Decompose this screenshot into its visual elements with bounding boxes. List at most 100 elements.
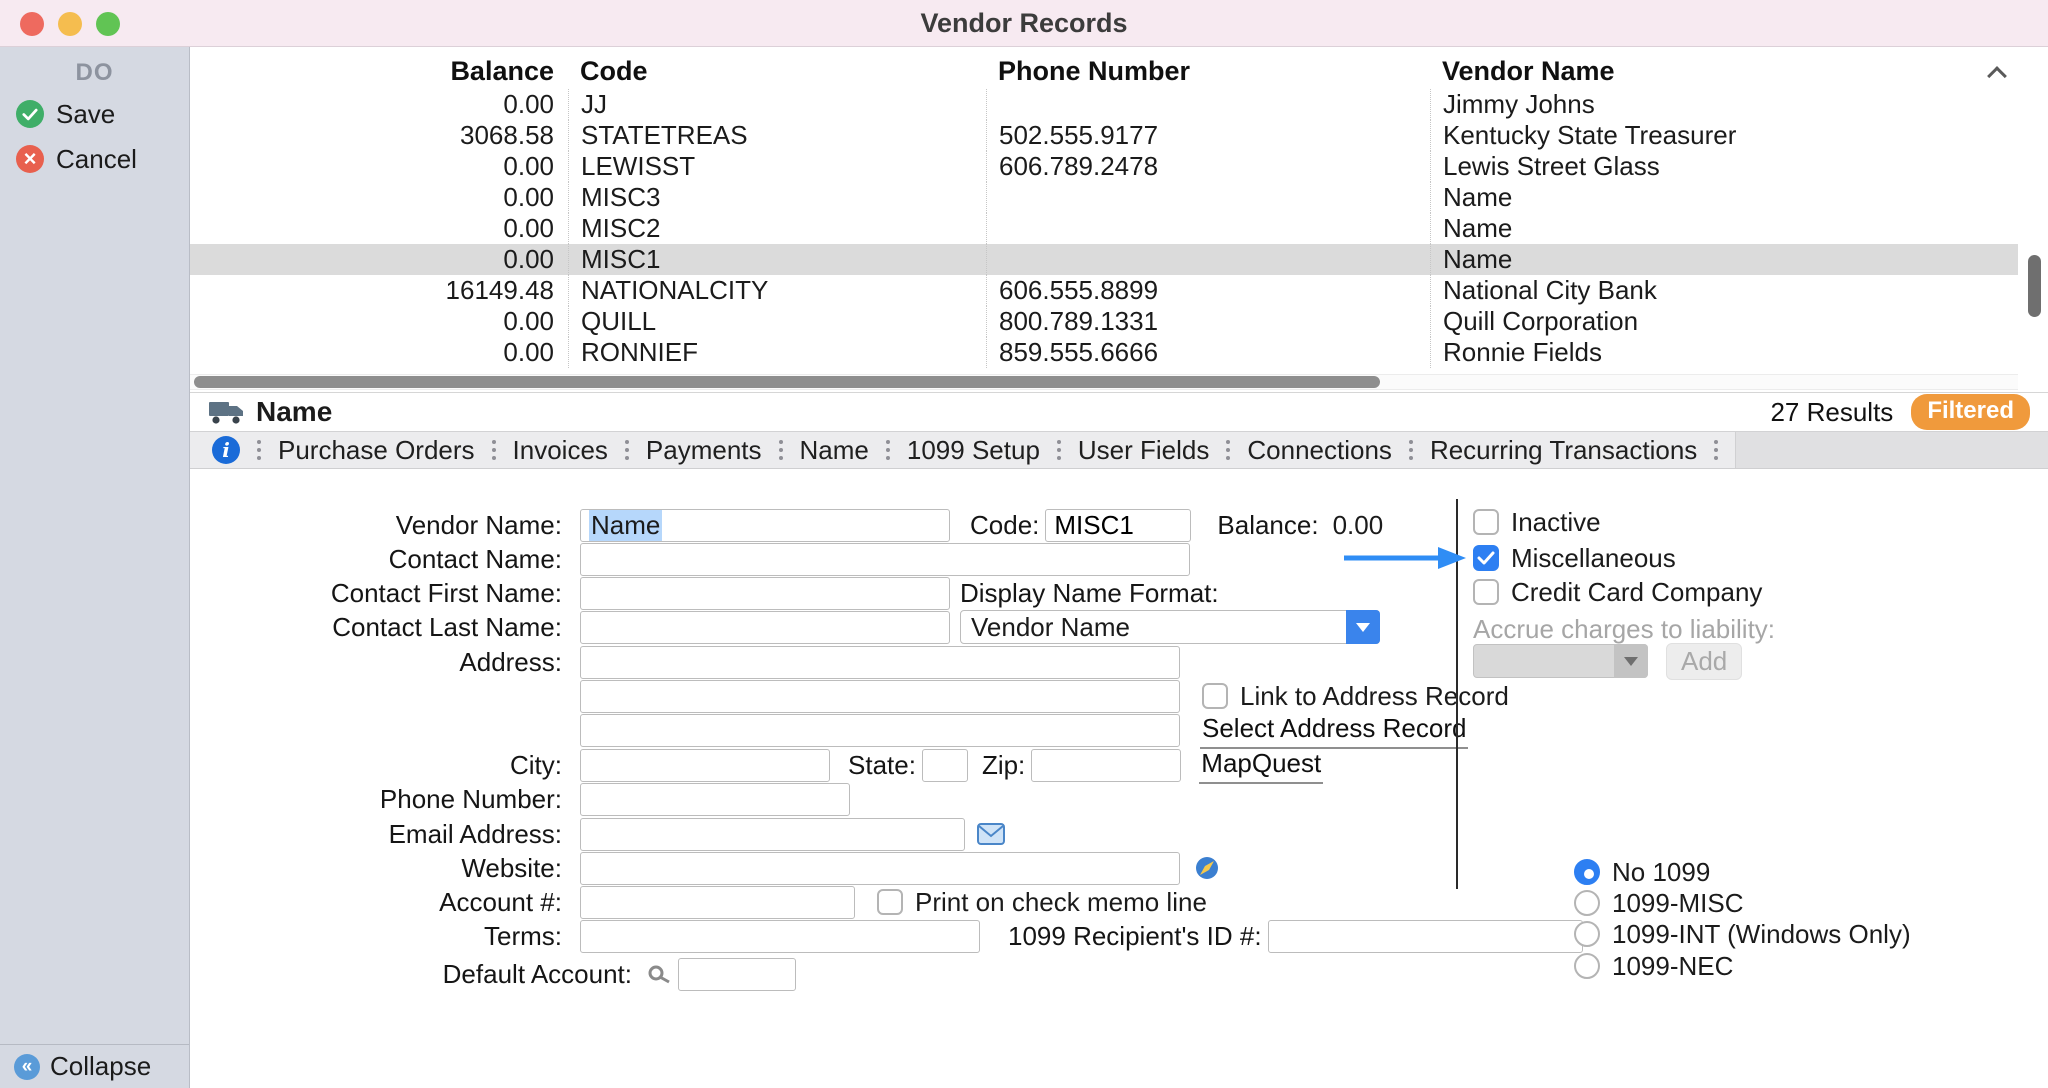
- recipient-id-input[interactable]: [1268, 920, 1583, 953]
- zip-input[interactable]: [1031, 749, 1181, 782]
- terms-label: Terms:: [190, 921, 574, 952]
- column-header-phone[interactable]: Phone Number: [986, 53, 1190, 89]
- minimize-window-button[interactable]: [58, 12, 82, 36]
- address-line3-input[interactable]: [580, 714, 1180, 747]
- tab-separator-icon: [1714, 440, 1718, 460]
- sort-ascending-icon[interactable]: [1990, 65, 2010, 83]
- account-number-input[interactable]: [580, 886, 855, 919]
- checkbox-checked-icon: [1473, 545, 1499, 571]
- print-check-memo-label: Print on check memo line: [915, 887, 1207, 918]
- city-input[interactable]: [580, 749, 830, 782]
- code-input[interactable]: [1045, 509, 1191, 542]
- mapquest-button[interactable]: MapQuest: [1199, 746, 1323, 784]
- cell-balance: 0.00: [190, 244, 568, 275]
- accrue-liability-dropdown[interactable]: [1473, 644, 1648, 678]
- tab-separator-icon: [779, 440, 783, 460]
- tab-1099-setup[interactable]: 1099 Setup: [907, 435, 1040, 466]
- chevron-down-icon[interactable]: [1346, 610, 1380, 644]
- tab-bar-filler: [1735, 432, 2048, 468]
- zip-label: Zip:: [982, 750, 1025, 781]
- tab-invoices[interactable]: Invoices: [513, 435, 608, 466]
- credit-card-company-checkbox[interactable]: Credit Card Company: [1473, 575, 1762, 609]
- default-account-label: Default Account:: [190, 959, 644, 990]
- contact-first-name-input[interactable]: [580, 577, 950, 610]
- cancel-button[interactable]: × Cancel: [16, 141, 137, 177]
- tab-payments[interactable]: Payments: [646, 435, 762, 466]
- close-window-button[interactable]: [20, 12, 44, 36]
- add-liability-button[interactable]: Add: [1666, 643, 1742, 680]
- contact-name-input[interactable]: [580, 543, 1190, 576]
- radio-no-1099[interactable]: No 1099: [1574, 856, 1710, 888]
- cell-balance: 0.00: [190, 89, 568, 120]
- radio-1099-int[interactable]: 1099-INT (Windows Only): [1574, 918, 1911, 950]
- horizontal-scrollbar[interactable]: [190, 374, 2018, 390]
- website-label: Website:: [190, 853, 574, 884]
- table-row[interactable]: 0.00 MISC2 Name: [190, 213, 2018, 244]
- horizontal-scrollbar-thumb[interactable]: [194, 376, 1380, 388]
- tab-purchase-orders[interactable]: Purchase Orders: [278, 435, 475, 466]
- tab-separator-icon: [492, 440, 496, 460]
- compass-icon[interactable]: [1194, 855, 1220, 881]
- address-line1-input[interactable]: [580, 646, 1180, 679]
- zoom-window-button[interactable]: [96, 12, 120, 36]
- print-check-memo-checkbox[interactable]: Print on check memo line: [877, 887, 1207, 918]
- info-icon[interactable]: i: [212, 436, 240, 464]
- vendor-name-value: Name: [589, 510, 662, 541]
- tab-separator-icon: [625, 440, 629, 460]
- tab-bar: i Purchase Orders Invoices Payments Name…: [190, 431, 2048, 469]
- tab-name[interactable]: Name: [800, 435, 869, 466]
- tab-connections[interactable]: Connections: [1247, 435, 1392, 466]
- table-row[interactable]: 0.00 LEWISST 606.789.2478 Lewis Street G…: [190, 151, 2018, 182]
- tab-recurring-transactions[interactable]: Recurring Transactions: [1430, 435, 1697, 466]
- contact-last-name-input[interactable]: [580, 611, 950, 644]
- select-address-record-button[interactable]: Select Address Record: [1200, 711, 1468, 749]
- column-header-balance[interactable]: Balance: [190, 53, 568, 89]
- vendor-name-input[interactable]: Name: [580, 509, 950, 542]
- table-row[interactable]: 16149.48 NATIONALCITY 606.555.8899 Natio…: [190, 275, 2018, 306]
- tab-separator-icon: [1057, 440, 1061, 460]
- tab-user-fields[interactable]: User Fields: [1078, 435, 1209, 466]
- window-controls: [20, 12, 120, 36]
- cell-code: STATETREAS: [568, 120, 986, 151]
- lookup-icon[interactable]: [646, 964, 672, 984]
- phone-number-label: Phone Number:: [190, 784, 574, 815]
- cell-phone: 859.555.6666: [986, 337, 1430, 368]
- table-row[interactable]: 0.00 QUILL 800.789.1331 Quill Corporatio…: [190, 306, 2018, 337]
- radio-1099-misc[interactable]: 1099-MISC: [1574, 887, 1744, 919]
- table-row[interactable]: 0.00 MISC3 Name: [190, 182, 2018, 213]
- vertical-scrollbar-thumb[interactable]: [2028, 255, 2041, 317]
- column-header-code[interactable]: Code: [568, 53, 648, 89]
- recipient-id-label: 1099 Recipient's ID #:: [1008, 921, 1262, 952]
- inactive-checkbox[interactable]: Inactive: [1473, 505, 1601, 539]
- save-button[interactable]: Save: [16, 96, 115, 132]
- radio-1099-nec[interactable]: 1099-NEC: [1574, 950, 1733, 982]
- terms-input[interactable]: [580, 920, 980, 953]
- envelope-icon[interactable]: [977, 823, 1005, 845]
- arrow-right-icon: [1340, 543, 1470, 573]
- results-count: 27 Results: [1770, 397, 1893, 428]
- column-header-vendor-name[interactable]: Vendor Name: [1430, 53, 1615, 89]
- cell-vendor: Name: [1430, 244, 2018, 275]
- table-header: Balance Code Phone Number Vendor Name: [190, 53, 2018, 89]
- miscellaneous-checkbox[interactable]: Miscellaneous: [1473, 541, 1676, 575]
- cell-balance: 0.00: [190, 337, 568, 368]
- table-row[interactable]: 0.00 JJ Jimmy Johns: [190, 89, 2018, 120]
- phone-number-input[interactable]: [580, 783, 850, 816]
- table-row[interactable]: 0.00 RONNIEF 859.555.6666 Ronnie Fields: [190, 337, 2018, 368]
- state-input[interactable]: [922, 749, 968, 782]
- contact-last-name-label: Contact Last Name:: [190, 612, 574, 643]
- default-account-input[interactable]: [678, 958, 796, 991]
- collapse-button[interactable]: « Collapse: [0, 1044, 189, 1088]
- cancel-x-icon: ×: [16, 145, 44, 173]
- link-address-record-checkbox[interactable]: Link to Address Record: [1202, 681, 1509, 712]
- table-row[interactable]: 3068.58 STATETREAS 502.555.9177 Kentucky…: [190, 120, 2018, 151]
- cell-phone: 606.555.8899: [986, 275, 1430, 306]
- website-input[interactable]: [580, 852, 1180, 885]
- save-check-icon: [16, 100, 44, 128]
- address-line2-input[interactable]: [580, 680, 1180, 713]
- table-row-selected[interactable]: 0.00 MISC1 Name: [190, 244, 2018, 275]
- filtered-badge[interactable]: Filtered: [1911, 394, 2030, 430]
- display-name-format-dropdown[interactable]: Vendor Name: [960, 610, 1380, 644]
- email-address-input[interactable]: [580, 818, 965, 851]
- truck-icon: [208, 399, 244, 425]
